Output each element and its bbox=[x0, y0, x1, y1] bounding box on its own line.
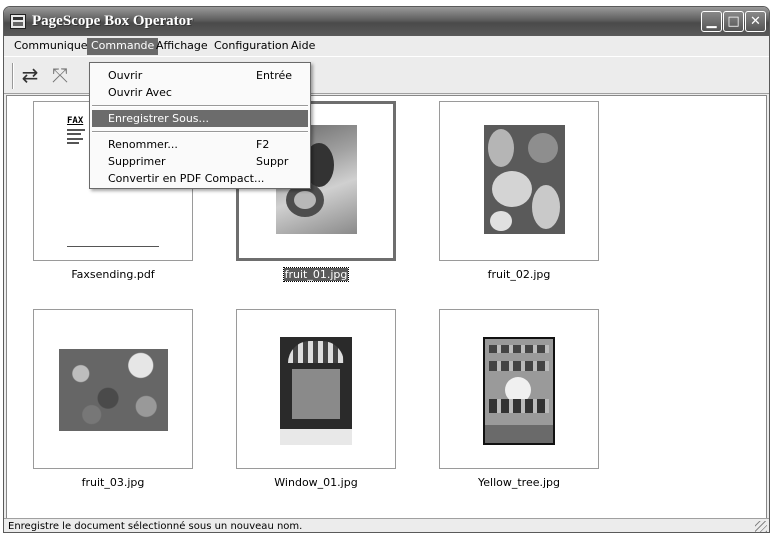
menu-aide[interactable]: Aide bbox=[287, 38, 319, 55]
status-bar: Enregistre le document sélectionné sous … bbox=[4, 518, 769, 532]
menu-bar: Communiquer Commande Affichage Configura… bbox=[4, 36, 769, 56]
menu-item-enregistrer-sous[interactable]: Enregistrer Sous... bbox=[92, 110, 308, 127]
menu-separator bbox=[92, 105, 308, 107]
menu-affichage[interactable]: Affichage bbox=[152, 38, 212, 55]
app-window: PageScope Box Operator ▁ □ ✕ Communiquer… bbox=[3, 6, 770, 533]
fax-text-line bbox=[67, 133, 81, 135]
file-label[interactable]: fruit_01.jpg bbox=[236, 267, 396, 282]
resize-grip-icon[interactable] bbox=[755, 521, 767, 532]
photo-fruit-pile-image bbox=[59, 349, 168, 431]
photo-yellow-tree-image bbox=[483, 337, 555, 445]
photo-window-image bbox=[280, 337, 352, 445]
file-thumbnail-fruit-02[interactable] bbox=[439, 101, 599, 261]
fax-text-line bbox=[67, 129, 85, 131]
photo-detail bbox=[294, 191, 316, 209]
shortcut-label: F2 bbox=[256, 138, 270, 151]
commande-dropdown-menu: Ouvrir Entrée Ouvrir Avec Enregistrer Sou… bbox=[89, 62, 311, 189]
photo-detail bbox=[485, 425, 553, 443]
fax-text-line bbox=[67, 142, 79, 144]
file-label[interactable]: fruit_02.jpg bbox=[439, 268, 599, 281]
photo-fruit-platter-image bbox=[484, 125, 565, 234]
menu-item-supprimer[interactable]: Supprimer Suppr bbox=[92, 153, 308, 170]
status-text: Enregistre le document sélectionné sous … bbox=[8, 521, 303, 532]
menu-configuration[interactable]: Configuration bbox=[210, 38, 293, 55]
fax-header-text: FAX bbox=[67, 116, 84, 126]
title-bar[interactable]: PageScope Box Operator ▁ □ ✕ bbox=[4, 7, 769, 36]
file-thumbnail-window-01[interactable] bbox=[236, 309, 396, 469]
photo-detail bbox=[292, 369, 340, 419]
photo-detail bbox=[528, 133, 558, 163]
menu-item-ouvrir[interactable]: Ouvrir Entrée bbox=[92, 67, 308, 84]
minimize-button[interactable]: ▁ bbox=[701, 11, 722, 32]
file-label[interactable]: fruit_03.jpg bbox=[33, 476, 193, 489]
app-icon bbox=[10, 14, 26, 29]
maximize-button[interactable]: □ bbox=[723, 11, 744, 32]
fax-signature-line bbox=[67, 246, 159, 247]
menu-commande[interactable]: Commande bbox=[87, 38, 159, 55]
file-label[interactable]: Yellow_tree.jpg bbox=[439, 476, 599, 489]
photo-detail bbox=[489, 361, 549, 371]
file-label[interactable]: Window_01.jpg bbox=[236, 476, 396, 489]
menu-separator bbox=[92, 131, 308, 133]
photo-detail bbox=[489, 399, 549, 413]
menu-item-renommer[interactable]: Renommer... F2 bbox=[92, 136, 308, 153]
shortcut-label: Entrée bbox=[256, 69, 293, 82]
shortcut-label: Suppr bbox=[256, 155, 289, 168]
photo-detail bbox=[490, 211, 512, 231]
disconnect-icon[interactable]: ⤧ bbox=[48, 65, 72, 87]
photo-detail bbox=[288, 341, 344, 363]
toolbar-grip bbox=[12, 63, 14, 89]
photo-detail bbox=[489, 345, 549, 353]
photo-detail bbox=[532, 185, 560, 229]
photo-detail bbox=[488, 129, 514, 167]
file-thumbnail-fruit-03[interactable] bbox=[33, 309, 193, 469]
menu-item-convertir-pdf[interactable]: Convertir en PDF Compact... bbox=[92, 170, 308, 187]
close-button[interactable]: ✕ bbox=[745, 11, 766, 32]
menu-item-ouvrir-avec[interactable]: Ouvrir Avec bbox=[92, 84, 308, 101]
photo-detail bbox=[280, 429, 352, 445]
transfer-arrows-icon[interactable]: ⇄ bbox=[18, 65, 42, 87]
photo-detail bbox=[492, 171, 532, 207]
file-label[interactable]: Faxsending.pdf bbox=[33, 268, 193, 281]
fax-text-line bbox=[67, 138, 83, 140]
file-thumbnail-yellow-tree[interactable] bbox=[439, 309, 599, 469]
menu-communiquer[interactable]: Communiquer bbox=[10, 38, 96, 55]
window-title: PageScope Box Operator bbox=[32, 13, 193, 29]
